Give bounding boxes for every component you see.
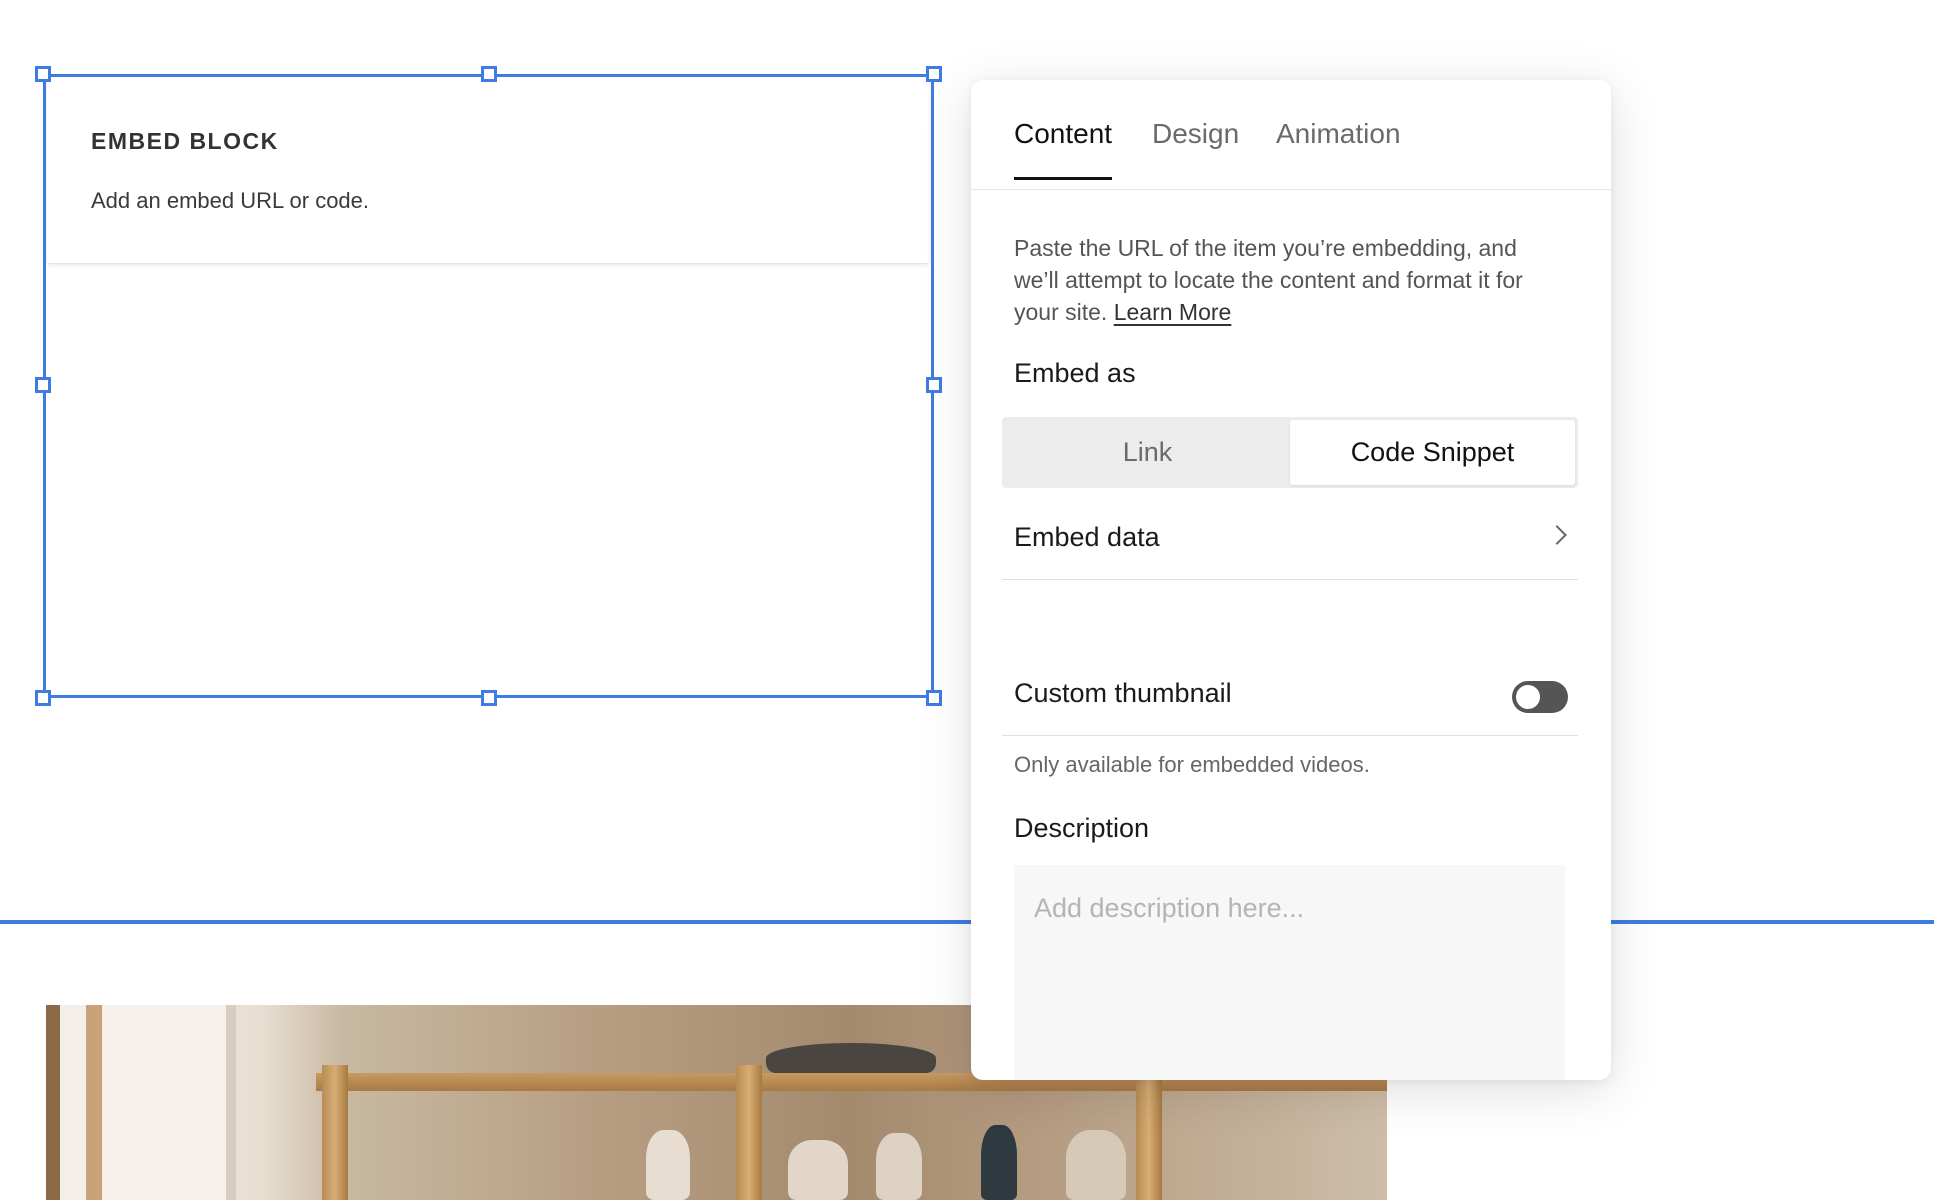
vase <box>876 1133 922 1200</box>
embed-as-link-option[interactable]: Link <box>1005 420 1290 485</box>
resize-handle-middle-left[interactable] <box>35 377 51 393</box>
vase <box>1066 1130 1126 1200</box>
custom-thumbnail-row: Custom thumbnail <box>1002 656 1578 736</box>
panel-tabs: Content Design Animation <box>971 80 1611 190</box>
custom-thumbnail-toggle[interactable] <box>1512 681 1568 713</box>
embed-as-label: Embed as <box>1014 358 1136 388</box>
tab-design[interactable]: Design <box>1152 118 1239 180</box>
shelf-post <box>322 1065 348 1200</box>
vase <box>646 1130 690 1200</box>
toggle-knob <box>1516 685 1540 709</box>
vase <box>788 1140 848 1200</box>
embed-data-label: Embed data <box>1014 522 1160 552</box>
resize-handle-top-left[interactable] <box>35 66 51 82</box>
resize-handle-top-center[interactable] <box>481 66 497 82</box>
shelf-post <box>736 1065 762 1200</box>
editor-canvas: EMBED BLOCK Add an embed URL or code. Co… <box>0 0 1934 1200</box>
resize-handle-bottom-left[interactable] <box>35 690 51 706</box>
embed-as-code-snippet-option[interactable]: Code Snippet <box>1290 420 1575 485</box>
learn-more-link[interactable]: Learn More <box>1114 299 1232 325</box>
block-selection-frame <box>35 66 942 706</box>
window-frame <box>46 1005 236 1200</box>
description-textarea[interactable] <box>1014 865 1565 1080</box>
bowl <box>766 1043 936 1073</box>
shelf-post <box>1136 1065 1162 1200</box>
resize-handle-top-right[interactable] <box>926 66 942 82</box>
embed-as-toggle: Link Code Snippet <box>1002 417 1578 488</box>
dark-bottle <box>981 1125 1017 1200</box>
embed-description: Paste the URL of the item you’re embeddi… <box>1014 232 1554 328</box>
resize-handle-middle-right[interactable] <box>926 377 942 393</box>
block-settings-panel: Content Design Animation Paste the URL o… <box>971 80 1611 1080</box>
chevron-right-icon <box>1547 525 1567 545</box>
embed-description-text: Paste the URL of the item you’re embeddi… <box>1014 235 1523 325</box>
custom-thumbnail-label: Custom thumbnail <box>1014 678 1232 708</box>
resize-handle-bottom-center[interactable] <box>481 690 497 706</box>
custom-thumbnail-hint: Only available for embedded videos. <box>1014 752 1370 777</box>
description-label: Description <box>1014 813 1150 843</box>
tab-animation[interactable]: Animation <box>1276 118 1401 180</box>
section-divider-line <box>0 920 1934 924</box>
embed-data-row[interactable]: Embed data <box>1002 500 1578 580</box>
tab-content[interactable]: Content <box>1014 118 1113 180</box>
resize-handle-bottom-right[interactable] <box>926 690 942 706</box>
